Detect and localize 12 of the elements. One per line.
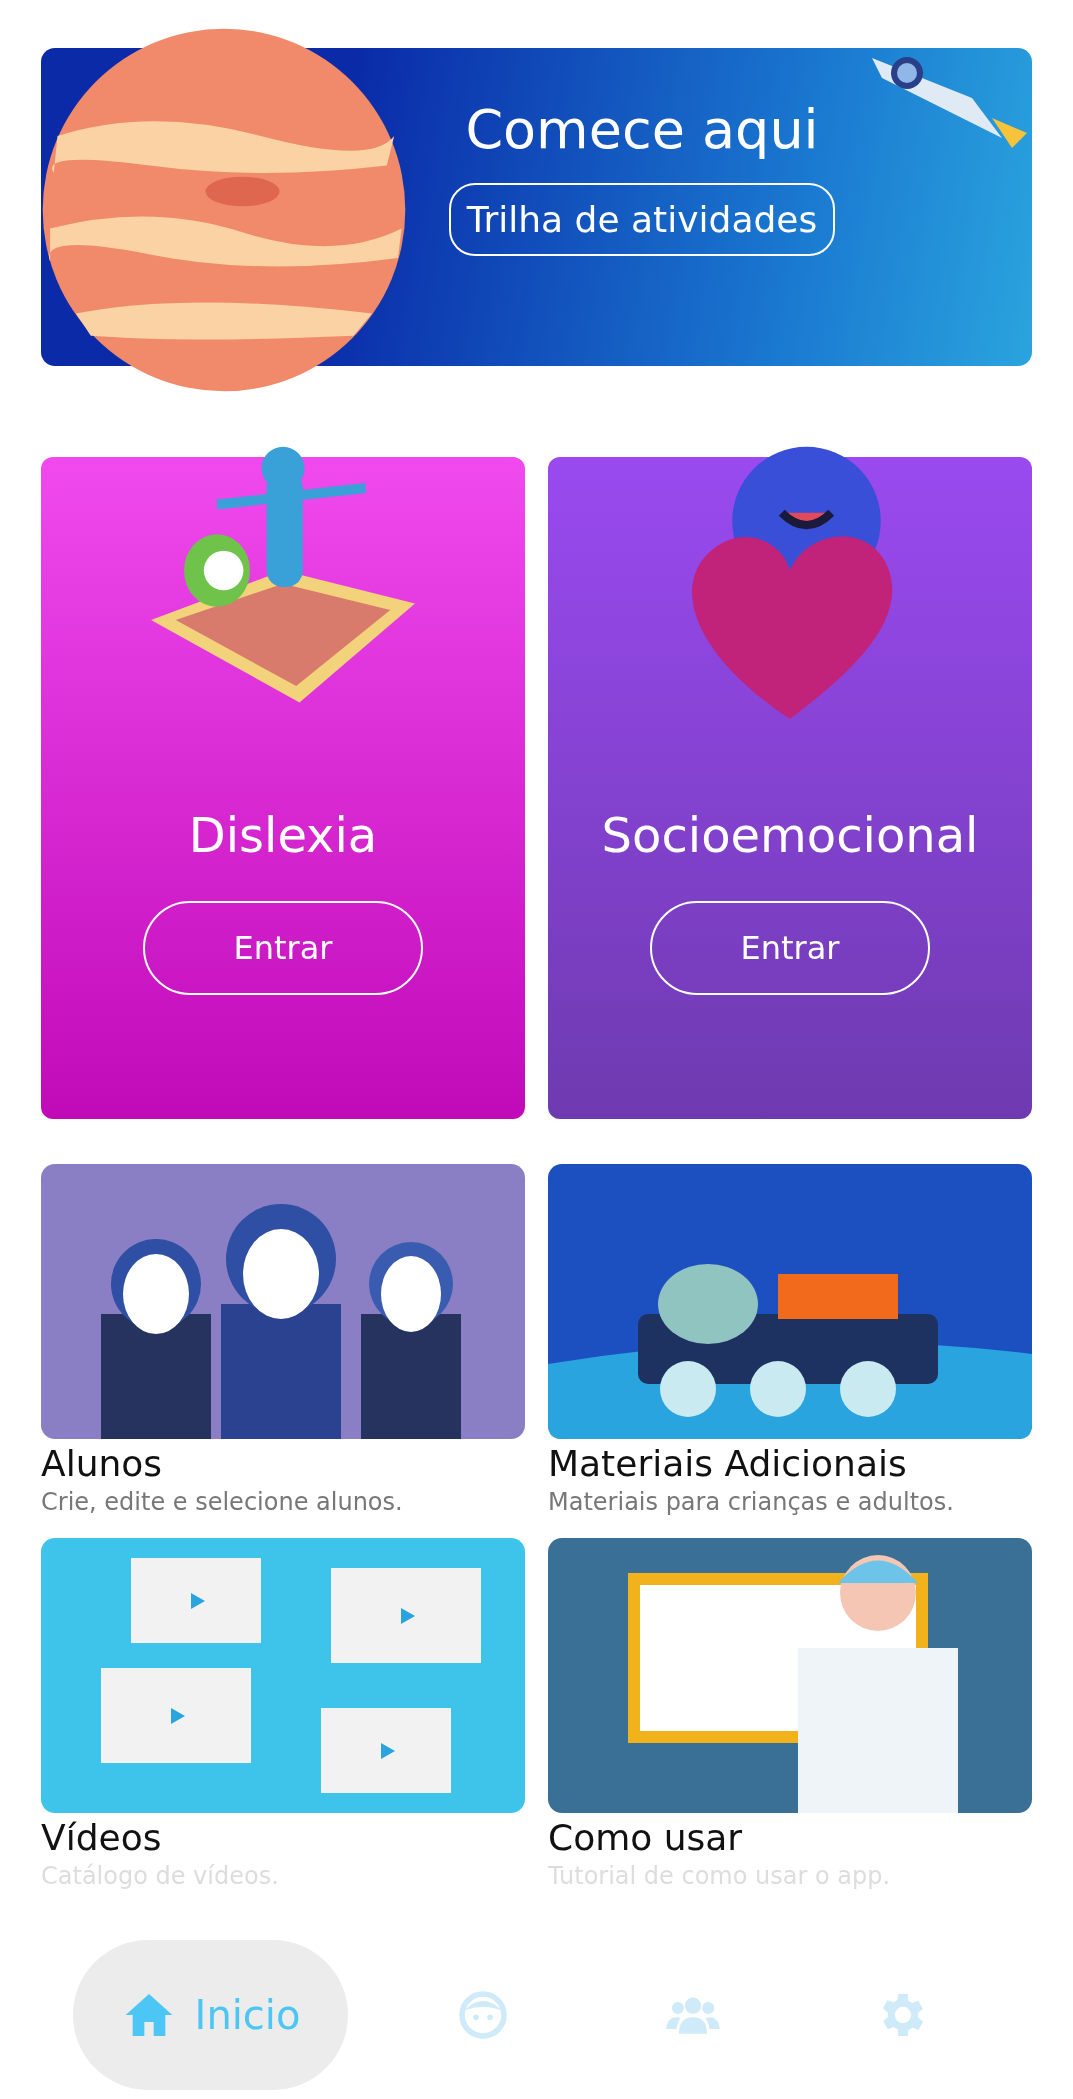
tile-subtitle: Crie, edite e selecione alunos. <box>41 1488 404 1516</box>
enter-button[interactable]: Entrar <box>650 901 930 995</box>
program-title: Socioemocional <box>601 807 979 863</box>
tile-subtitle: Materiais para crianças e adultos. <box>548 1488 955 1516</box>
enter-button[interactable]: Entrar <box>143 901 423 995</box>
activities-button[interactable]: Trilha de atividades <box>448 183 836 256</box>
tile-title[interactable]: Alunos <box>41 1443 525 1484</box>
tile-title[interactable]: Como usar <box>548 1817 1032 1858</box>
tile-title[interactable]: Vídeos <box>41 1817 525 1858</box>
banner-title: Comece aqui <box>465 98 819 161</box>
program-title: Dislexia <box>188 807 378 863</box>
tile-title[interactable]: Materiais Adicionais <box>548 1443 1032 1484</box>
